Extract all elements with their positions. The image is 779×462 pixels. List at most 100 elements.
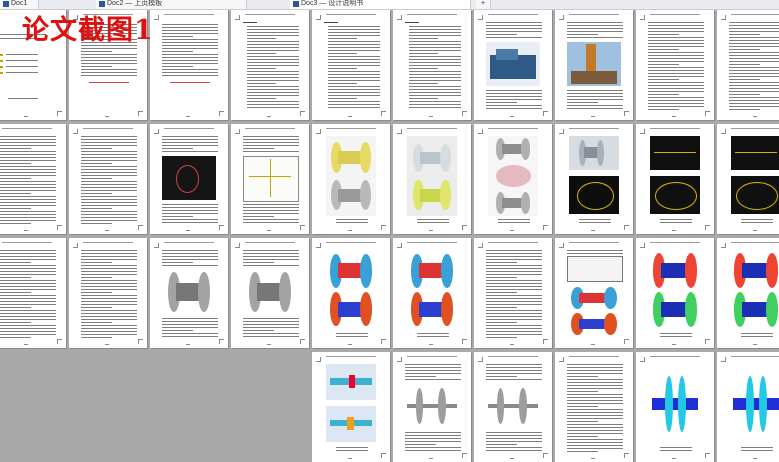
- text-line: [162, 222, 218, 223]
- page-thumbnail[interactable]: [0, 238, 66, 348]
- page-corner-mark: [397, 243, 402, 248]
- text-line: [243, 210, 299, 211]
- text-line: [0, 250, 56, 251]
- spool-figure: [733, 253, 779, 288]
- text-line: [648, 67, 704, 68]
- page-thumbnail[interactable]: [150, 124, 228, 234]
- text-line: [741, 336, 773, 337]
- page-thumbnail[interactable]: [474, 352, 552, 462]
- page-thumbnail[interactable]: [393, 124, 471, 234]
- text-line: [567, 99, 623, 100]
- page-thumbnail[interactable]: [717, 238, 779, 348]
- text-line: [243, 321, 299, 322]
- text-line: [81, 157, 137, 158]
- page-thumbnail[interactable]: [717, 10, 779, 120]
- text-line: [486, 438, 542, 439]
- text-line: [162, 262, 193, 263]
- page-thumbnail[interactable]: [474, 124, 552, 234]
- page-thumbnail-canvas[interactable]: [0, 10, 779, 462]
- page-header-rule: [83, 128, 133, 129]
- page-corner-mark: [543, 111, 548, 116]
- text-line: [409, 50, 461, 51]
- page-thumbnail[interactable]: [717, 352, 779, 462]
- text-line: [741, 333, 773, 334]
- text-line: [729, 40, 779, 41]
- page-thumbnail[interactable]: [393, 352, 471, 462]
- page-thumbnail[interactable]: [474, 238, 552, 348]
- page-thumbnail[interactable]: [555, 238, 633, 348]
- page-thumbnail[interactable]: [69, 124, 147, 234]
- text-line: [409, 77, 461, 78]
- page-thumbnail[interactable]: [231, 10, 309, 120]
- text-line: [81, 54, 137, 55]
- page-thumbnail[interactable]: [636, 10, 714, 120]
- text-line: [567, 427, 623, 428]
- text-line: [162, 57, 218, 58]
- text-line: [409, 83, 438, 84]
- page-thumbnail[interactable]: [474, 10, 552, 120]
- page-thumbnail[interactable]: [555, 124, 633, 234]
- text-line: [243, 139, 299, 140]
- text-line: [567, 409, 623, 410]
- text-line: [81, 166, 137, 167]
- page-thumbnail[interactable]: [231, 238, 309, 348]
- flange: [198, 272, 210, 312]
- page-corner-mark: [57, 339, 62, 344]
- page-thumbnail[interactable]: [312, 10, 390, 120]
- page-thumbnail[interactable]: [231, 124, 309, 234]
- text-line: [405, 444, 436, 445]
- page-thumbnail[interactable]: [312, 352, 390, 462]
- text-line: [328, 74, 380, 75]
- text-line: [328, 68, 357, 69]
- page-thumbnail[interactable]: [717, 124, 779, 234]
- text-line: [498, 219, 530, 220]
- page-number: [672, 230, 676, 231]
- page-header-rule: [731, 242, 779, 243]
- page-thumbnail[interactable]: [636, 124, 714, 234]
- toc-heading: [243, 22, 257, 23]
- document-tab-active[interactable]: Doc3 — 设计说明书: [290, 0, 471, 9]
- page-corner-mark: [316, 357, 321, 362]
- text-line: [648, 79, 679, 80]
- page-thumbnail[interactable]: [312, 238, 390, 348]
- page-thumbnail[interactable]: [393, 10, 471, 120]
- new-tab-button[interactable]: +: [476, 0, 491, 9]
- text-line: [81, 223, 112, 224]
- text-line: [567, 403, 623, 404]
- page-number: [186, 344, 190, 345]
- text-line: [567, 90, 623, 91]
- page-thumbnail[interactable]: [555, 10, 633, 120]
- text-line: [243, 327, 299, 328]
- page-corner-mark: [235, 15, 240, 20]
- page-corner-mark: [154, 15, 159, 20]
- text-line: [81, 217, 137, 218]
- page-thumbnail[interactable]: [312, 124, 390, 234]
- spool-figure: [413, 144, 451, 172]
- text-line: [409, 47, 461, 48]
- page-thumbnail[interactable]: [636, 352, 714, 462]
- text-line: [81, 319, 137, 320]
- text-line: [243, 219, 299, 220]
- text-line: [247, 83, 276, 84]
- page-corner-mark: [73, 243, 78, 248]
- page-thumbnail[interactable]: [69, 238, 147, 348]
- text-line: [81, 208, 112, 209]
- page-thumbnail[interactable]: [150, 10, 228, 120]
- text-line: [247, 86, 299, 87]
- text-line: [0, 301, 56, 302]
- page-number: [267, 230, 271, 231]
- page-thumbnail[interactable]: [393, 238, 471, 348]
- page-thumbnail[interactable]: [555, 352, 633, 462]
- text-line: [81, 337, 112, 338]
- page-thumbnail[interactable]: [636, 238, 714, 348]
- text-line: [660, 447, 692, 448]
- page-number: [24, 230, 28, 231]
- text-line: [567, 373, 623, 374]
- page-thumbnail[interactable]: [0, 124, 66, 234]
- text-line: [405, 438, 461, 439]
- spool-figure: [579, 140, 604, 166]
- page-thumbnail[interactable]: [150, 238, 228, 348]
- text-line: [405, 441, 461, 442]
- text-line: [81, 286, 137, 287]
- text-line: [0, 178, 31, 179]
